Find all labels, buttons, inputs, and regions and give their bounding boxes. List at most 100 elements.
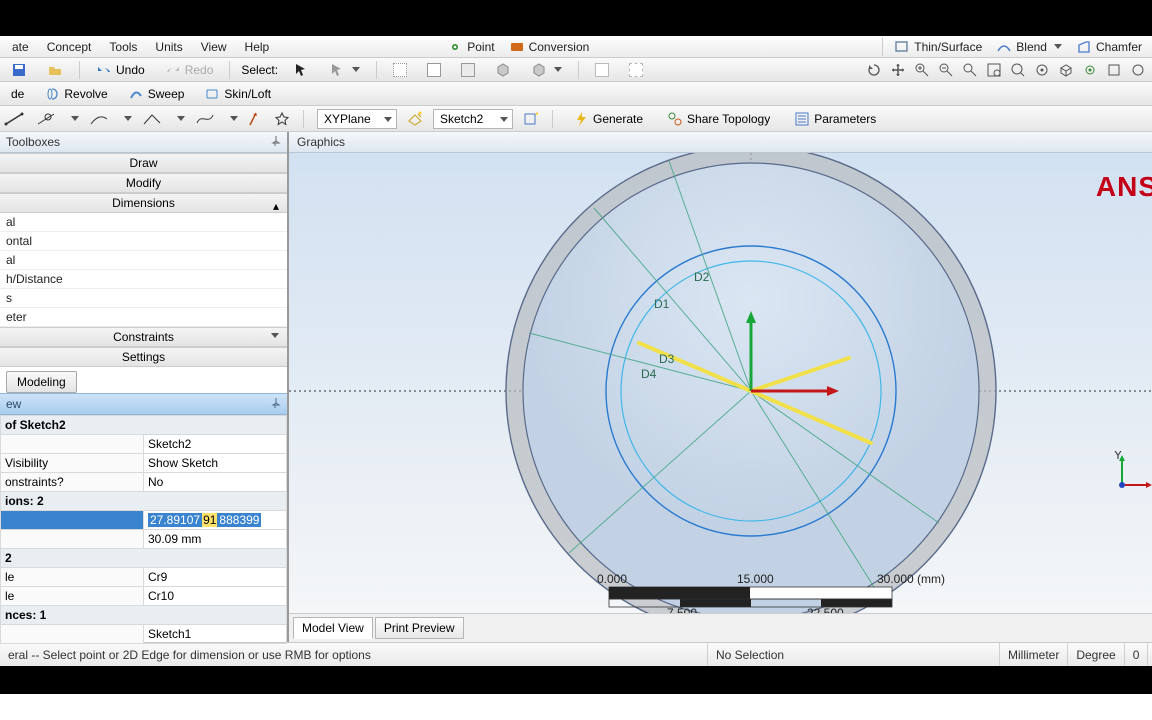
arc-tool-icon[interactable]: [89, 111, 111, 127]
new-plane-icon[interactable]: [407, 111, 423, 127]
ref-value[interactable]: Cr9: [144, 568, 287, 587]
dim-item[interactable]: ontal: [0, 232, 287, 251]
poly-tool-icon[interactable]: [142, 111, 164, 127]
zoom-sel-icon: [1010, 62, 1026, 78]
settings-section[interactable]: Settings: [0, 347, 287, 367]
generate-button[interactable]: Generate: [566, 109, 650, 129]
dimensions-group: ions: 2: [1, 492, 287, 511]
look-at[interactable]: [1032, 60, 1052, 80]
tangent-line-icon[interactable]: [36, 111, 58, 127]
tab-print-preview[interactable]: Print Preview: [375, 617, 464, 639]
open-button[interactable]: [40, 60, 70, 80]
next-view[interactable]: [1104, 60, 1124, 80]
cursor-filter[interactable]: [322, 60, 367, 80]
params-label: Parameters: [814, 112, 876, 126]
filter-body[interactable]: [488, 60, 518, 80]
prop-value[interactable]: Sketch2: [144, 435, 287, 454]
pan-view[interactable]: [888, 60, 908, 80]
modeling-tab[interactable]: Modeling: [6, 371, 77, 393]
more-view[interactable]: [1128, 60, 1148, 80]
folder-icon: [47, 62, 63, 78]
skin-loft-button[interactable]: Skin/Loft: [197, 84, 278, 104]
share-topology-button[interactable]: Share Topology: [660, 109, 777, 129]
zoom-in[interactable]: [912, 60, 932, 80]
filter-more[interactable]: [524, 60, 569, 80]
ref-key: [1, 625, 144, 644]
filter-edge[interactable]: [420, 61, 448, 79]
filter-face[interactable]: [454, 61, 482, 79]
plane-selector[interactable]: XYPlane: [317, 109, 397, 129]
prev-view[interactable]: [1080, 60, 1100, 80]
menu-view[interactable]: View: [193, 38, 235, 56]
redo-button[interactable]: Redo: [158, 60, 221, 80]
dim-item[interactable]: eter: [0, 308, 287, 327]
spline-tool-icon[interactable]: [195, 111, 217, 127]
undo-button[interactable]: Undo: [89, 60, 152, 80]
menu-concept[interactable]: Concept: [39, 38, 100, 56]
extrude-button[interactable]: de: [4, 85, 31, 103]
dim-value[interactable]: 30.09 mm: [144, 530, 287, 549]
dim-d1[interactable]: D1: [654, 297, 670, 311]
point-tool[interactable]: Point: [441, 39, 500, 55]
menu-create[interactable]: ate: [4, 38, 37, 56]
star-tool-icon[interactable]: [274, 111, 290, 127]
constraints-section[interactable]: Constraints: [0, 327, 287, 347]
zoom-fit[interactable]: [960, 60, 980, 80]
pin-icon[interactable]: [271, 136, 281, 146]
ref-value[interactable]: Cr10: [144, 587, 287, 606]
graphics-viewport[interactable]: ANS: [289, 153, 1152, 613]
dim-d4[interactable]: D4: [641, 367, 657, 381]
undo-icon: [96, 62, 112, 78]
blend-tool[interactable]: Blend: [990, 39, 1068, 55]
sweep-button[interactable]: Sweep: [121, 84, 192, 104]
dim-item[interactable]: s: [0, 289, 287, 308]
revolve-button[interactable]: Revolve: [37, 84, 114, 104]
chamfer-tool[interactable]: Chamfer: [1070, 39, 1148, 55]
dim-key-selected[interactable]: [1, 511, 144, 530]
extend-select[interactable]: [588, 61, 616, 79]
prop-value[interactable]: Show Sketch: [144, 454, 287, 473]
iso-view[interactable]: [1056, 60, 1076, 80]
view-triad[interactable]: Y: [1114, 451, 1152, 491]
svg-text:22.500: 22.500: [807, 606, 844, 613]
menu-units[interactable]: Units: [147, 38, 190, 56]
graphics-tabs: Model View Print Preview: [289, 613, 1152, 642]
axis-tool-icon[interactable]: [248, 111, 264, 127]
rotate-view[interactable]: [864, 60, 884, 80]
zoom-box[interactable]: [984, 60, 1004, 80]
new-sketch-icon[interactable]: [523, 111, 539, 127]
modify-section[interactable]: Modify: [0, 173, 287, 193]
parameters-button[interactable]: Parameters: [787, 109, 883, 129]
dim-d2[interactable]: D2: [694, 270, 710, 284]
menu-help[interactable]: Help: [237, 38, 278, 56]
conversion-tool[interactable]: Conversion: [503, 39, 596, 55]
dim-item[interactable]: al: [0, 213, 287, 232]
ref-value[interactable]: Sketch1: [144, 625, 287, 644]
point-icon: [447, 39, 463, 55]
dim-d3[interactable]: D3: [659, 352, 675, 366]
filter-point[interactable]: [386, 61, 414, 79]
thin-surface-tool[interactable]: Thin/Surface: [888, 39, 988, 55]
save-button[interactable]: [4, 60, 34, 80]
pin-icon[interactable]: [271, 398, 281, 408]
prop-value[interactable]: No: [144, 473, 287, 492]
dim-item[interactable]: h/Distance: [0, 270, 287, 289]
chamfer-label: Chamfer: [1096, 40, 1142, 54]
share-icon: [667, 111, 683, 127]
draw-section[interactable]: Draw: [0, 153, 287, 173]
collapse-up-icon: ▴: [273, 199, 279, 213]
sketch-canvas[interactable]: D1 D2 D3 D4 0.000 15.000 30.000 (mm) 7.5…: [289, 153, 1152, 613]
cursor-select[interactable]: [286, 60, 316, 80]
sketch-selector[interactable]: Sketch2: [433, 109, 513, 129]
box-select[interactable]: [622, 61, 650, 79]
tab-model-view[interactable]: Model View: [293, 617, 373, 639]
dim-item[interactable]: al: [0, 251, 287, 270]
zoom-sel[interactable]: [1008, 60, 1028, 80]
chevron-down-icon: [384, 117, 392, 122]
zoom-out-icon: [938, 62, 954, 78]
line-tool-icon[interactable]: [4, 111, 26, 127]
dim-value-edit[interactable]: 27.8910791888399: [144, 511, 287, 530]
zoom-out[interactable]: [936, 60, 956, 80]
dimensions-section[interactable]: Dimensions▴: [0, 193, 287, 213]
menu-tools[interactable]: Tools: [101, 38, 145, 56]
